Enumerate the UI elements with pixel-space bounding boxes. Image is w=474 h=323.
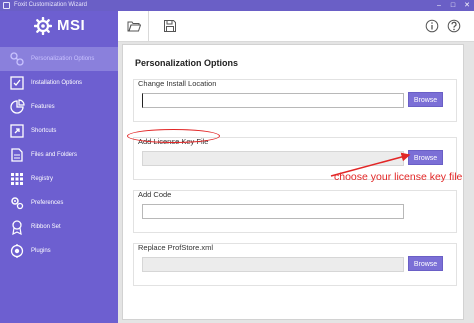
annotation-text: choose your license key file [334, 171, 463, 183]
annotation-arrow [330, 152, 411, 177]
